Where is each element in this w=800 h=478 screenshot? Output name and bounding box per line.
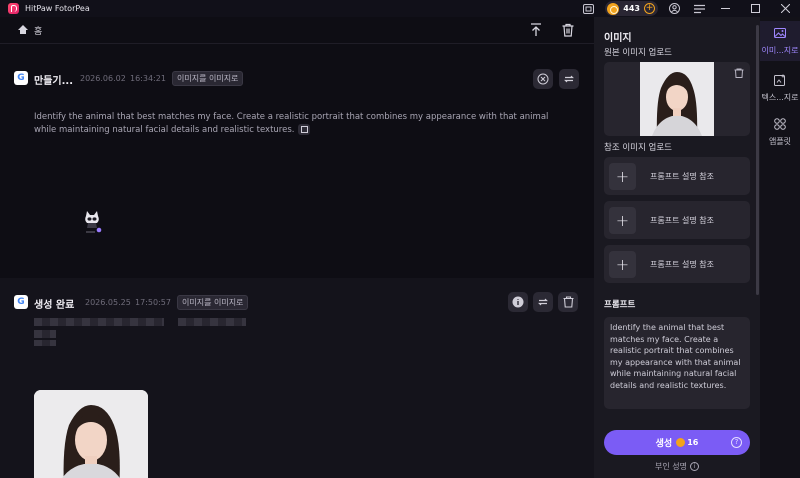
panel-title: 이미지 [604,33,632,44]
reference-slot-label: 프롬프트 설명 참조 [650,171,714,181]
text-image-icon [774,74,785,86]
card-title: 만들기... [34,76,73,87]
generate-cost: 16 [687,438,699,447]
title-bar-controls: 443 + [582,0,800,17]
info-button[interactable] [508,292,528,312]
history-card-pending: G 만들기... 2026.06.02 16:34:21 이미지를 이미지로 I… [0,62,594,278]
rail-label: 이미...지로 [761,46,799,55]
reference-slot-label: 프롬프트 설명 참조 [650,215,714,225]
cancel-button[interactable] [533,69,553,89]
reference-upload-label: 참조 이미지 업로드 [604,143,672,153]
trash-icon [563,296,573,308]
scroll-to-top-button[interactable] [528,22,544,38]
menu-icon[interactable] [693,2,706,15]
rail-label: 텍스...지로 [761,93,799,102]
regenerate-button[interactable] [533,292,553,312]
redacted-text [34,318,164,326]
info-icon: i [689,462,699,471]
prompt-text: Identify the animal that best matches my… [34,111,564,137]
rail-item-applets[interactable]: 앱플릿 [760,118,800,147]
loading-mascot-icon [85,211,102,233]
portrait-image [34,390,148,478]
generate-label: 생성 [655,439,673,449]
rail-item-image-to-image[interactable]: 이미...지로 [760,21,800,61]
settings-panel: 이미지 원본 이미지 업로드 참조 이미지 업로드 + 프롬프트 설명 참조 +… [594,17,760,478]
reference-slot-3[interactable]: + 프롬프트 설명 참조 [604,245,750,283]
copy-icon[interactable] [298,124,311,135]
minimize-button[interactable] [710,0,740,17]
prompt-input[interactable]: Identify the animal that best matches my… [604,317,750,409]
redacted-text [34,330,56,338]
original-image-upload[interactable] [604,62,750,136]
cancel-icon [537,73,549,85]
delete-all-button[interactable] [560,22,576,38]
screenshot-icon[interactable] [582,2,595,15]
refresh-icon [564,75,574,83]
applets-icon [774,118,786,130]
maximize-button[interactable] [740,0,770,17]
mode-tag: 이미지를 이미지로 [172,71,244,86]
rail-item-text-to-image[interactable]: 텍스...지로 [760,74,800,103]
add-coins-icon[interactable]: + [644,3,655,14]
reference-slot-label: 프롬프트 설명 참조 [650,259,714,269]
reference-slot-2[interactable]: + 프롬프트 설명 참조 [604,201,750,239]
mode-tag: 이미지를 이미지로 [177,295,249,310]
coin-count: 443 [623,4,640,13]
refresh-icon [538,298,548,306]
coin-balance[interactable]: 443 + [605,1,658,16]
user-icon[interactable] [668,2,681,15]
google-model-icon: G [14,295,28,309]
card-date: 2026.06.02 [80,74,126,83]
top-bar: 홈 [0,17,594,44]
delete-button[interactable] [558,292,578,312]
breadcrumb-home[interactable]: 홈 [34,24,42,37]
disclaimer-text: 부인 성명 [655,462,687,471]
history-area: 홈 G 만들기... 2026.06.02 16:34:21 이미지를 이미지로… [0,17,594,478]
prompt-text-content: Identify the animal that best matches my… [34,112,549,135]
history-card-completed: G 생성 완료 2026.05.25 17:50:57 이미지를 이미지로 [0,278,594,478]
remove-image-icon[interactable] [734,68,744,78]
generate-button[interactable]: 생성 16 ? [604,430,750,455]
add-icon: + [609,206,636,234]
redacted-text [34,340,56,346]
coin-icon [676,438,686,447]
help-icon[interactable]: ? [731,437,742,448]
portrait-thumbnail [640,62,714,136]
reference-slot-1[interactable]: + 프롬프트 설명 참조 [604,157,750,195]
card-date: 2026.05.25 [85,298,131,307]
coin-icon [607,2,620,15]
title-bar: HitPaw FotorPea 443 + [0,0,800,17]
top-actions [528,22,576,38]
card-time: 16:34:21 [130,74,166,83]
uploaded-image [640,62,714,136]
regenerate-button[interactable] [559,69,579,89]
card-title: 생성 완료 [34,300,75,311]
app-logo-icon [8,3,19,14]
redacted-text [178,318,246,326]
info-icon [512,296,524,308]
original-upload-label: 원본 이미지 업로드 [604,48,672,58]
app-title: HitPaw FotorPea [25,4,90,13]
add-icon: + [609,162,636,190]
google-model-icon: G [14,71,28,85]
close-button[interactable] [770,0,800,17]
result-image[interactable] [34,390,148,478]
rail-label: 앱플릿 [768,137,792,146]
panel-scrollbar[interactable] [756,25,759,295]
image-icon [774,28,786,38]
disclaimer[interactable]: 부인 성명 i [604,461,750,472]
prompt-label: 프롬프트 [604,300,636,310]
home-icon[interactable] [18,25,28,35]
card-time: 17:50:57 [135,298,171,307]
tool-rail: 이미...지로 텍스...지로 앱플릿 [760,17,800,478]
add-icon: + [609,250,636,278]
